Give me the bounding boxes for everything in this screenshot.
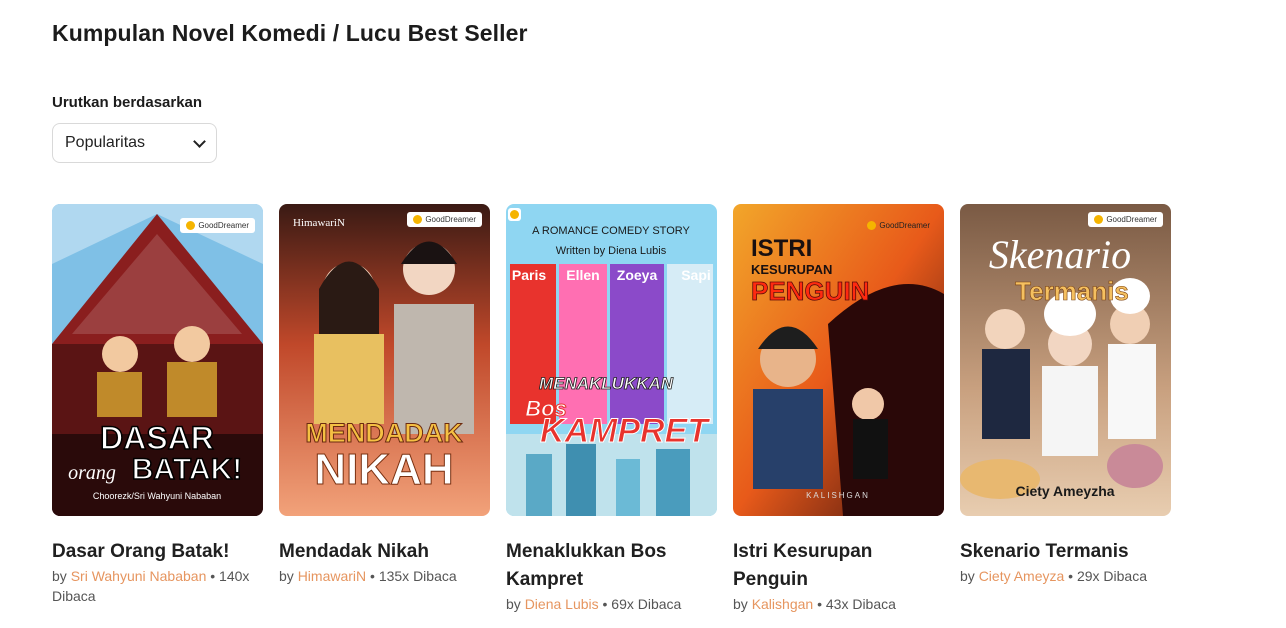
brand-badge — [508, 208, 521, 221]
read-count: • 69x Dibaca — [602, 596, 682, 612]
brand-logo-icon — [510, 210, 519, 219]
cover-name-3: Zoeya — [617, 267, 658, 283]
read-count: • 29x Dibaca — [1068, 568, 1148, 584]
brand-logo-icon — [186, 221, 196, 230]
by-label: by — [279, 568, 294, 584]
cover-line-1: Skenario — [989, 232, 1131, 277]
book-cover[interactable]: A ROMANCE COMEDY STORY Written by Diena … — [506, 204, 717, 516]
brand-logo-icon — [1094, 215, 1104, 224]
book-cover[interactable]: ISTRI KESURUPAN PENGUIN KALISHGAN GoodDr… — [733, 204, 944, 516]
book-card[interactable]: A ROMANCE COMEDY STORY Written by Diena … — [506, 204, 717, 614]
by-label: by — [960, 568, 975, 584]
sort-label: Urutkan berdasarkan — [52, 94, 203, 111]
book-meta: by Diena Lubis • 69x Dibaca — [506, 594, 717, 614]
book-card[interactable]: Skenario Termanis Ciety Ameyzha GoodDrea… — [960, 204, 1171, 586]
author-link[interactable]: Kalishgan — [752, 596, 814, 612]
book-title[interactable]: Mendadak Nikah — [279, 538, 490, 566]
read-count: • 43x Dibaca — [817, 596, 896, 612]
brand-badge: GoodDreamer — [180, 218, 255, 233]
cover-line-1: ISTRI — [751, 235, 812, 262]
cover-name-1: Paris — [512, 267, 546, 283]
cover-art: DASAR orang BATAK! Choorezk/Sri Wahyuni … — [52, 204, 263, 516]
cover-credit: Choorezk/Sri Wahyuni Nababan — [93, 491, 221, 501]
book-title[interactable]: Menaklukkan Bos Kampret — [506, 538, 717, 594]
cover-name-2: Ellen — [566, 267, 599, 283]
cover-line-3: BATAK! — [132, 453, 243, 486]
author-link[interactable]: Ciety Ameyza — [979, 568, 1065, 584]
by-label: by — [506, 596, 521, 612]
book-title[interactable]: Istri Kesurupan Penguin — [733, 538, 944, 594]
cover-credit: Ciety Ameyzha — [1015, 483, 1114, 499]
chevron-down-icon — [193, 134, 206, 148]
cover-line-2: Termanis — [1015, 276, 1129, 306]
book-card[interactable]: DASAR orang BATAK! Choorezk/Sri Wahyuni … — [52, 204, 263, 606]
book-title[interactable]: Skenario Termanis — [960, 538, 1171, 566]
brand-badge: GoodDreamer — [861, 218, 936, 233]
cover-line-1: MENAKLUKKAN — [539, 374, 674, 393]
book-card[interactable]: MENDADAK NIKAH HimawariN GoodDreamer Men… — [279, 204, 490, 586]
cover-line-2: KESURUPAN — [751, 262, 832, 277]
sort-select-value: Popularitas — [65, 134, 146, 151]
book-meta: by Ciety Ameyza • 29x Dibaca — [960, 566, 1171, 586]
cover-art: ISTRI KESURUPAN PENGUIN KALISHGAN — [733, 204, 944, 516]
cover-line-1: DASAR — [100, 420, 214, 456]
book-meta: by Sri Wahyuni Nababan • 140x Dibaca — [52, 566, 263, 606]
brand-logo-icon — [413, 215, 423, 224]
by-label: by — [52, 568, 67, 584]
author-link[interactable]: Diena Lubis — [525, 596, 599, 612]
cover-art: MENDADAK NIKAH HimawariN — [279, 204, 490, 516]
cover-line-1: MENDADAK — [305, 418, 463, 448]
cover-line-3: PENGUIN — [751, 276, 869, 306]
book-meta: by HimawariN • 135x Dibaca — [279, 566, 490, 586]
cover-art: A ROMANCE COMEDY STORY Written by Diena … — [506, 204, 717, 516]
brand-logo-icon — [867, 221, 877, 230]
brand-badge: GoodDreamer — [1088, 212, 1163, 227]
cover-credit: KALISHGAN — [806, 491, 870, 500]
by-label: by — [733, 596, 748, 612]
cover-name-4: Sapi — [681, 267, 711, 283]
cover-line-2: orang — [68, 462, 116, 484]
sort-select[interactable]: Popularitas — [52, 123, 217, 163]
author-link[interactable]: HimawariN — [298, 568, 366, 584]
cover-line-2: NIKAH — [314, 445, 453, 494]
author-link[interactable]: Sri Wahyuni Nababan — [71, 568, 207, 584]
cover-tagline: A ROMANCE COMEDY STORY — [532, 225, 690, 237]
cover-line-3: KAMPRET — [540, 412, 711, 450]
book-cover[interactable]: MENDADAK NIKAH HimawariN GoodDreamer — [279, 204, 490, 516]
cover-written: Written by Diena Lubis — [556, 245, 667, 257]
page-title: Kumpulan Novel Komedi / Lucu Best Seller — [52, 20, 528, 46]
book-meta: by Kalishgan • 43x Dibaca — [733, 594, 944, 614]
read-count: • 135x Dibaca — [370, 568, 457, 584]
book-title[interactable]: Dasar Orang Batak! — [52, 538, 263, 566]
cover-credit: HimawariN — [293, 217, 345, 229]
book-card[interactable]: ISTRI KESURUPAN PENGUIN KALISHGAN GoodDr… — [733, 204, 944, 614]
cover-art: Skenario Termanis Ciety Ameyzha — [960, 204, 1171, 516]
book-cover[interactable]: Skenario Termanis Ciety Ameyzha GoodDrea… — [960, 204, 1171, 516]
book-cover[interactable]: DASAR orang BATAK! Choorezk/Sri Wahyuni … — [52, 204, 263, 516]
brand-badge: GoodDreamer — [407, 212, 482, 227]
